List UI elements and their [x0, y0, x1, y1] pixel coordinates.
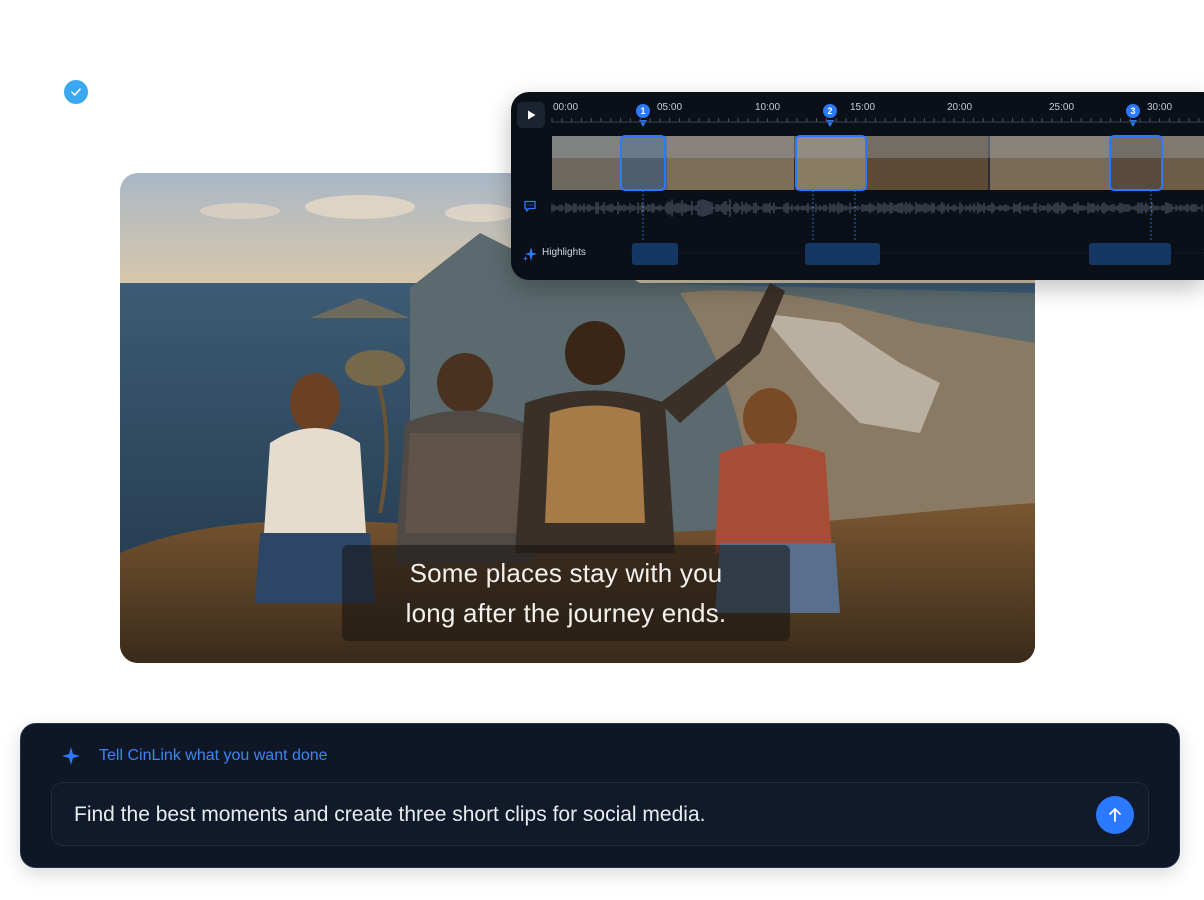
app-canvas: Some places stay with you long after the… — [0, 0, 1204, 900]
arrow-up-icon — [1109, 808, 1121, 822]
highlight-block-3[interactable] — [1089, 243, 1171, 265]
highlight-block-1[interactable] — [632, 243, 678, 265]
audio-waveform[interactable] — [551, 199, 1203, 217]
send-button[interactable] — [1096, 796, 1134, 834]
highlight-block-2[interactable] — [805, 243, 880, 265]
check-icon — [64, 80, 88, 104]
prompt-input-value[interactable]: Find the best moments and create three s… — [74, 803, 705, 827]
prompt-header: Tell CinLink what you want done — [61, 746, 328, 766]
highlights-label: Highlights — [542, 247, 586, 258]
sparkle-icon — [521, 245, 539, 263]
prompt-panel: Tell CinLink what you want done Find the… — [20, 723, 1180, 868]
timeline-tracks — [551, 118, 1204, 265]
prompt-input[interactable]: Find the best moments and create three s… — [51, 782, 1149, 846]
subtitle-line-1: Some places stay with you — [409, 558, 723, 588]
chat-icon[interactable] — [521, 197, 539, 215]
sparkle-icon — [62, 747, 80, 765]
subtitle-line-2: long after the journey ends. — [405, 598, 727, 628]
subtitle-overlay: Some places stay with you long after the… — [342, 545, 790, 641]
prompt-hint: Tell CinLink what you want done — [99, 747, 328, 764]
video-track[interactable] — [552, 136, 1204, 190]
timeline-panel: 00:00 05:00 10:00 15:00 20:00 25:00 30:0… — [511, 92, 1204, 280]
